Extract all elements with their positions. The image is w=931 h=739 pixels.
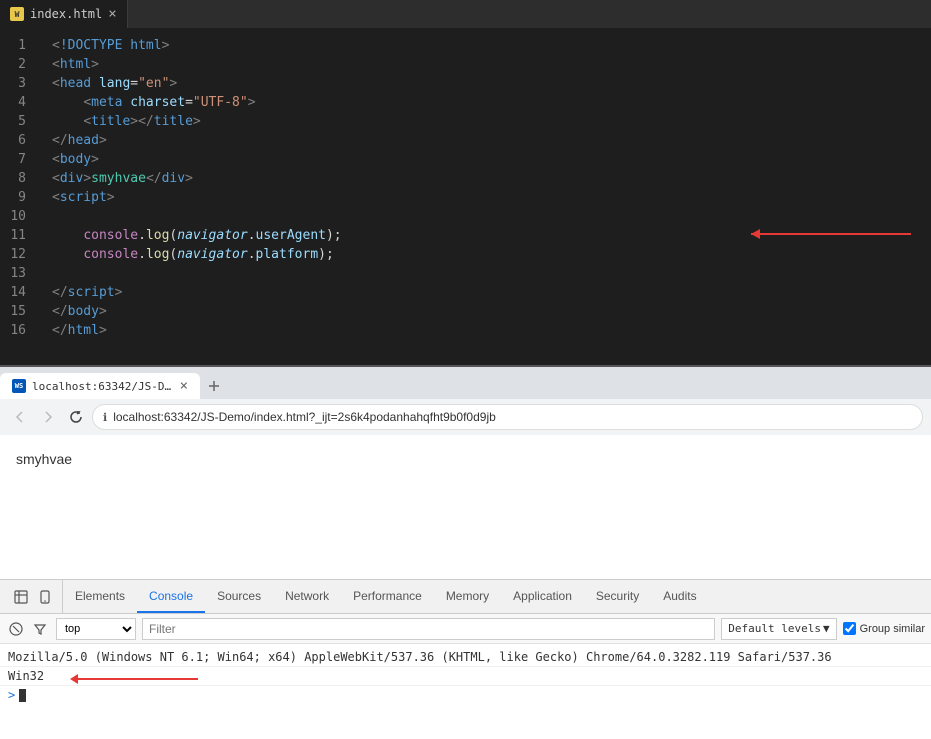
console-output-line-1: Mozilla/5.0 (Windows NT 6.1; Win64; x64)… (0, 648, 931, 667)
code-line-10 (52, 207, 931, 226)
devtools-icon-buttons (4, 580, 63, 613)
console-output-text-1: Mozilla/5.0 (Windows NT 6.1; Win64; x64)… (8, 650, 832, 664)
console-group-similar: Group similar (843, 622, 925, 635)
refresh-button[interactable] (64, 405, 88, 429)
forward-button[interactable] (36, 405, 60, 429)
devtools-cursor-icon[interactable] (10, 586, 32, 608)
console-output-line-2: Win32 (0, 667, 931, 686)
new-tab-button[interactable] (200, 373, 228, 399)
browser-active-tab[interactable]: WS localhost:63342/JS-De... × (0, 373, 200, 399)
line-numbers: 12345 678910 1112131415 16 (0, 28, 36, 365)
page-body-text: smyhvae (16, 451, 915, 467)
editor-red-arrow (751, 233, 911, 235)
back-button[interactable] (8, 405, 32, 429)
code-line-5: <title></title> (52, 112, 931, 131)
browser-tab-close[interactable]: × (180, 378, 188, 394)
code-content: <!DOCTYPE html> <html> <head lang="en"> … (36, 28, 931, 365)
group-similar-label: Group similar (860, 623, 925, 635)
code-line-9: <script> (52, 188, 931, 207)
devtools-tab-bar: Elements Console Sources Network Perform… (0, 580, 931, 614)
devtools-console-output: Mozilla/5.0 (Windows NT 6.1; Win64; x64)… (0, 644, 931, 739)
code-line-6: </head> (52, 131, 931, 150)
console-output-text-2: Win32 (8, 669, 44, 683)
browser-tab-title: localhost:63342/JS-De... (32, 380, 174, 393)
console-action-icons (6, 619, 50, 639)
editor-tab-bar: W index.html × (0, 0, 931, 28)
code-line-2: <html> (52, 55, 931, 74)
code-line-13 (52, 264, 931, 283)
devtools-tab-application[interactable]: Application (501, 580, 584, 613)
console-filter-icon[interactable] (30, 619, 50, 639)
url-bar[interactable]: ℹ localhost:63342/JS-Demo/index.html?_ij… (92, 404, 923, 430)
devtools-tab-console[interactable]: Console (137, 580, 205, 613)
devtools-phone-icon[interactable] (34, 586, 56, 608)
browser-toolbar: ℹ localhost:63342/JS-Demo/index.html?_ij… (0, 399, 931, 435)
code-line-15: </body> (52, 302, 931, 321)
arrow-head (751, 229, 760, 239)
browser-window: WS localhost:63342/JS-De... × (0, 365, 931, 739)
devtools-panel: Elements Console Sources Network Perform… (0, 579, 931, 739)
code-line-14: </script> (52, 283, 931, 302)
devtools-tab-performance[interactable]: Performance (341, 580, 434, 613)
console-levels-select[interactable]: Default levels ▼ (721, 618, 836, 640)
devtools-tab-audits[interactable]: Audits (651, 580, 708, 613)
lock-icon: ℹ (103, 411, 107, 424)
browser-tab-bar: WS localhost:63342/JS-De... × (0, 367, 931, 399)
editor-tab-index-html[interactable]: W index.html × (0, 0, 128, 28)
editor-tab-label: index.html (30, 7, 102, 21)
console-clear-icon[interactable] (6, 619, 26, 639)
browser-page-content: smyhvae (0, 435, 931, 579)
console-prompt-line[interactable]: > (0, 686, 931, 704)
devtools-tab-network[interactable]: Network (273, 580, 341, 613)
editor-tab-icon: W (10, 7, 24, 21)
console-context-select[interactable]: top (56, 618, 136, 640)
group-similar-checkbox[interactable] (843, 622, 856, 635)
console-cursor (19, 689, 26, 702)
code-line-12: console.log(navigator.platform); (52, 245, 931, 264)
browser-tab-ws-icon: WS (12, 379, 26, 393)
console-filter-input[interactable] (142, 618, 715, 640)
devtools-tab-sources[interactable]: Sources (205, 580, 273, 613)
code-editor: W index.html × 12345 678910 1112131415 1… (0, 0, 931, 365)
editor-tab-close[interactable]: × (108, 6, 116, 22)
devtools-tab-elements[interactable]: Elements (63, 580, 137, 613)
code-line-7: <body> (52, 150, 931, 169)
url-domain: localhost:63342/JS-Demo/index.html?_ijt=… (113, 410, 496, 424)
console-red-arrow (70, 671, 198, 685)
browser-chrome: WS localhost:63342/JS-De... × (0, 367, 931, 435)
arrow-line (751, 233, 911, 235)
code-line-3: <head lang="en"> (52, 74, 931, 93)
url-text: localhost:63342/JS-Demo/index.html?_ijt=… (113, 410, 496, 424)
code-line-8: <div>smyhvae</div> (52, 169, 931, 188)
code-line-16: </html> (52, 321, 931, 340)
code-line-11: console.log(navigator.userAgent); (52, 226, 931, 245)
devtools-tab-memory[interactable]: Memory (434, 580, 501, 613)
devtools-console-toolbar: top Default levels ▼ Group similar (0, 614, 931, 644)
console-prompt-symbol: > (8, 688, 15, 702)
editor-content: 12345 678910 1112131415 16 <!DOCTYPE htm… (0, 28, 931, 365)
code-line-1: <!DOCTYPE html> (52, 36, 931, 55)
devtools-tab-security[interactable]: Security (584, 580, 651, 613)
code-line-4: <meta charset="UTF-8"> (52, 93, 931, 112)
